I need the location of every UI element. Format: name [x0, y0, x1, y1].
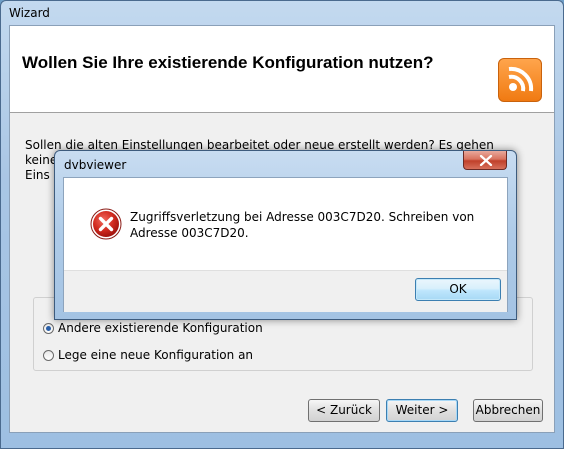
error-message: Zugriffsverletzung bei Adresse 003C7D20.…	[130, 210, 475, 240]
ok-button[interactable]: OK	[415, 278, 501, 301]
window-title: Wizard	[9, 6, 50, 20]
dvbviewer-logo-icon	[498, 58, 542, 102]
error-icon	[90, 208, 122, 240]
radio-label: Lege eine neue Konfiguration an	[58, 348, 254, 362]
close-icon	[479, 155, 493, 166]
radio-label: Andere existierende Konfiguration	[58, 321, 263, 335]
radio-existing-config[interactable]: Andere existierende Konfiguration	[43, 321, 263, 335]
back-button[interactable]: < Zurück	[308, 399, 380, 422]
page-heading: Wollen Sie Ihre existierende Konfigurati…	[22, 53, 434, 72]
dialog-title: dvbviewer	[64, 158, 127, 172]
dialog-client-area: Zugriffsverletzung bei Adresse 003C7D20.…	[63, 177, 508, 312]
radio-button[interactable]	[43, 322, 54, 334]
next-button[interactable]: Weiter >	[386, 399, 458, 422]
radio-new-config[interactable]: Lege eine neue Konfiguration an	[43, 348, 253, 362]
radio-button[interactable]	[43, 349, 54, 361]
error-dialog: dvbviewer Zugriffsverletzung bei Adresse…	[54, 150, 517, 320]
cancel-button[interactable]: Abbrechen	[473, 399, 543, 422]
wizard-header: Wollen Sie Ihre existierende Konfigurati…	[10, 26, 554, 113]
close-button[interactable]	[463, 151, 507, 170]
